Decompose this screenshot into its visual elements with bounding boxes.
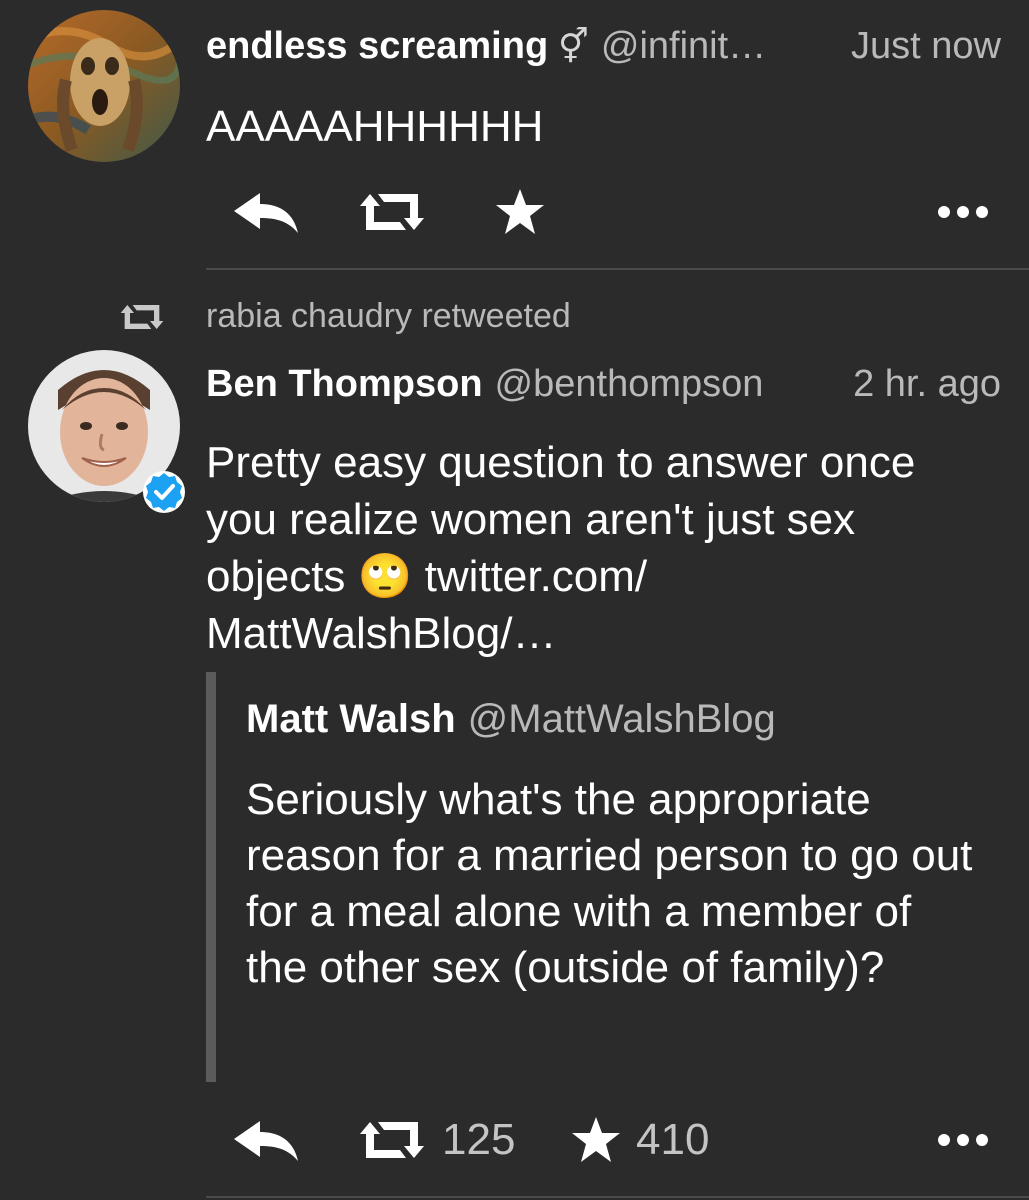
more-icon <box>938 1134 988 1146</box>
favorite-button[interactable] <box>494 182 546 242</box>
divider <box>206 268 1029 270</box>
reply-button[interactable] <box>230 182 300 242</box>
retweet-button[interactable]: 125 <box>356 1110 515 1170</box>
divider <box>206 1196 1029 1198</box>
reply-button[interactable] <box>230 1110 300 1170</box>
tweet-header: Ben Thompson @benthompson 2 hr. ago <box>206 360 1001 408</box>
tweet-actions: 125 410 <box>206 1110 989 1170</box>
quoted-author-handle[interactable]: @MattWalshBlog <box>468 697 776 741</box>
retweet-context: rabia chaudry retweeted <box>0 294 1029 338</box>
author-handle[interactable]: @infinit… <box>601 22 766 70</box>
author-handle[interactable]: @benthompson <box>495 360 764 408</box>
tweet-item[interactable]: endless screaming ⚥ @infinit… Just now A… <box>0 0 1029 272</box>
more-button[interactable] <box>937 1110 989 1170</box>
quoted-tweet-header: Matt Walsh @MattWalshBlog <box>246 694 776 744</box>
tweet-item[interactable]: rabia chaudry retweeted Ben Thompson @be… <box>0 272 1029 1200</box>
gender-symbol: ⚥ <box>558 28 589 66</box>
retweeted-by-label[interactable]: rabia chaudry retweeted <box>206 294 571 338</box>
tweet-actions <box>206 182 989 242</box>
quoted-author-name[interactable]: Matt Walsh <box>246 697 456 741</box>
retweet-count: 125 <box>442 1115 516 1164</box>
reply-icon <box>234 1121 298 1161</box>
favorite-count: 410 <box>636 1115 710 1164</box>
more-icon <box>938 206 988 218</box>
quoted-tweet[interactable]: Matt Walsh @MattWalshBlog Seriously what'… <box>206 672 986 1082</box>
retweet-button[interactable] <box>356 182 428 242</box>
retweet-icon <box>360 1122 424 1158</box>
author-name[interactable]: Ben Thompson <box>206 360 483 408</box>
retweet-icon <box>360 194 424 230</box>
face-with-rolling-eyes-emoji: 🙄 <box>357 552 413 601</box>
star-icon <box>572 1117 620 1162</box>
timestamp: Just now <box>851 25 1001 67</box>
quote-bar <box>206 672 216 1082</box>
author-name[interactable]: endless screaming <box>206 22 548 70</box>
scream-painting-avatar-image <box>28 10 180 162</box>
star-icon <box>496 189 544 234</box>
retweet-icon <box>120 305 164 329</box>
verified-badge-icon <box>143 471 185 513</box>
favorite-button[interactable]: 410 <box>570 1110 709 1170</box>
tweet-header: endless screaming ⚥ @infinit… Just now <box>206 22 1001 71</box>
more-button[interactable] <box>937 182 989 242</box>
quoted-tweet-text: Seriously what's the appropriate reason … <box>246 775 973 992</box>
avatar[interactable] <box>28 10 180 162</box>
timeline: endless screaming ⚥ @infinit… Just now A… <box>0 0 1029 1200</box>
tweet-text: Pretty easy question to answer once you … <box>206 434 989 662</box>
tweet-text: AAAAAHHHHHH <box>206 102 544 151</box>
timestamp: 2 hr. ago <box>853 363 1001 405</box>
reply-icon <box>234 193 298 233</box>
